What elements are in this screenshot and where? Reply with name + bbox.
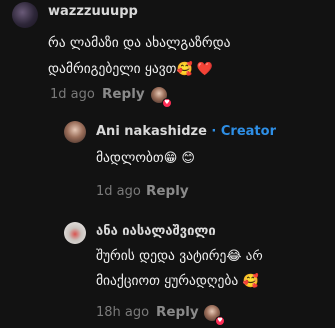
comment-text-line: შურის დედა ვატირე😂 არ — [96, 243, 263, 270]
comment-text-fragment: მიაქციოთ ყურადღება — [96, 273, 239, 289]
heart-icon: ♥ — [162, 98, 172, 108]
heart-icon: ♥ — [215, 316, 225, 326]
avatar[interactable] — [64, 222, 86, 244]
emoji: 🥰 — [242, 274, 259, 289]
reply-button[interactable]: Reply — [146, 183, 189, 199]
comment-text-line: დამრიგებელი ყავთ🥰 ❤️ — [48, 56, 213, 83]
comment-text-fragment: შურის დედა ვატირე — [96, 248, 227, 264]
comment-text-line: მადლობთ😁 😊 — [96, 145, 195, 172]
emoji: 😁 😊 — [163, 151, 195, 166]
comment-time: 1d ago — [50, 87, 95, 102]
avatar[interactable] — [12, 2, 38, 28]
emoji: 🥰 ❤️ — [176, 62, 213, 77]
emoji: 😂 არ — [226, 249, 263, 264]
comment-text-line: რა ლამაზი და ახალგაზრდა — [48, 35, 231, 51]
comment-text-fragment: მადლობთ — [96, 150, 164, 166]
comment-username[interactable]: ანა იასალაშვილი — [96, 224, 216, 239]
comment-text-fragment: დამრიგებელი ყავთ — [48, 61, 177, 77]
creator-badge: · Creator — [211, 124, 276, 139]
comment-username[interactable]: wazzzuuupp — [48, 4, 138, 19]
comment-time: 18h ago — [96, 305, 150, 320]
comment-username[interactable]: Ani nakashidze · Creator — [96, 124, 276, 139]
reply-button[interactable]: Reply — [156, 304, 199, 320]
username-text[interactable]: Ani nakashidze — [96, 124, 207, 139]
avatar[interactable] — [64, 121, 86, 143]
reply-button[interactable]: Reply — [102, 86, 145, 102]
comment-text-line: მიაქციოთ ყურადღება 🥰 — [96, 268, 259, 295]
comment-time: 1d ago — [96, 184, 141, 199]
